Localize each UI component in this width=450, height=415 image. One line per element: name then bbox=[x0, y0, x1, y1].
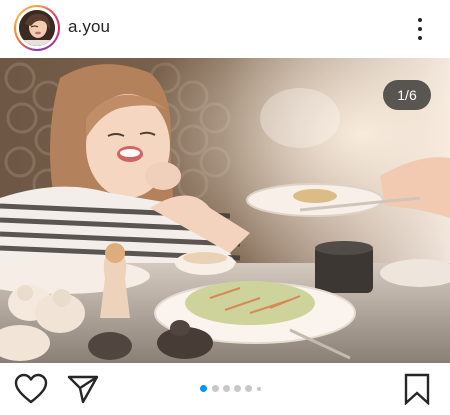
instagram-post: a.you 1/6 bbox=[0, 0, 450, 415]
carousel-dot[interactable] bbox=[223, 385, 230, 392]
carousel-counter: 1/6 bbox=[383, 80, 431, 110]
avatar-image bbox=[19, 10, 55, 46]
post-header: a.you bbox=[0, 0, 450, 58]
heart-icon[interactable] bbox=[14, 373, 48, 405]
carousel-dot[interactable] bbox=[200, 385, 207, 392]
carousel-dot[interactable] bbox=[257, 387, 261, 391]
post-image bbox=[0, 58, 450, 363]
avatar[interactable] bbox=[14, 5, 60, 51]
more-vertical-icon[interactable] bbox=[410, 12, 430, 46]
username[interactable]: a.you bbox=[68, 17, 110, 37]
carousel-dot[interactable] bbox=[245, 385, 252, 392]
send-icon[interactable] bbox=[66, 373, 100, 405]
carousel-dot[interactable] bbox=[212, 385, 219, 392]
post-photo[interactable]: 1/6 bbox=[0, 58, 450, 363]
action-bar bbox=[0, 363, 450, 415]
avatar-border bbox=[16, 7, 58, 49]
carousel-dot[interactable] bbox=[234, 385, 241, 392]
bookmark-icon[interactable] bbox=[402, 373, 432, 406]
